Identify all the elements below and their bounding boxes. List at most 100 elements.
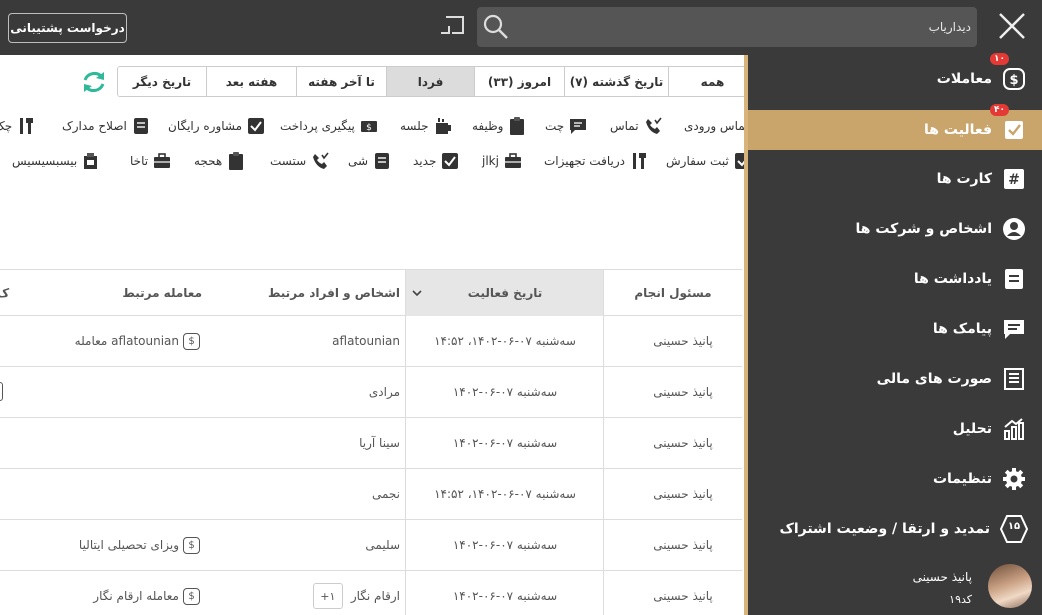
search-input[interactable] [531, 7, 971, 47]
tab-all[interactable]: همه [668, 67, 756, 96]
user-profile[interactable]: پانیذ حسینی کد۱۹ [748, 560, 1042, 615]
sidebar-item-label: اشخاص و شرکت ها [855, 221, 992, 237]
activity-type-label: jlkj [482, 154, 499, 168]
add-person-button[interactable]: +۱ [312, 583, 343, 609]
exit-fullscreen-icon[interactable] [438, 14, 466, 38]
col-cut[interactable]: ک [0, 270, 9, 316]
sidebar-item-subscription[interactable]: تمدید و ارتقا / وضعیت اشتراک ۱۵ [748, 509, 1042, 549]
cell-person[interactable]: نجمی [210, 469, 406, 519]
activity-type-takha[interactable]: تاخا [130, 149, 172, 173]
tab-next-week[interactable]: هفته بعد [206, 67, 296, 96]
sidebar-item-label: صورت های مالی [876, 371, 992, 387]
notification-badge: ۴۰ [990, 104, 1009, 116]
col-related-people[interactable]: اشخاص و افراد مرتبط [210, 270, 406, 316]
activity-type-incoming-call[interactable]: تماس ورودی [684, 114, 749, 138]
activity-type-label: چت [545, 119, 565, 133]
activity-type-hhjh[interactable]: هحجه [194, 149, 246, 173]
sidebar-item-sms[interactable]: پیامک ها [748, 309, 1042, 349]
cell-person[interactable]: +۱ ارقام نگار [210, 571, 406, 615]
activity-type-document-fix[interactable]: اصلاح مدارک [62, 114, 151, 138]
sidebar-item-analytics[interactable]: تحلیل [748, 409, 1042, 449]
sidebar-item-label: تنظیمات [932, 471, 992, 487]
activity-type-new[interactable]: جدید [413, 149, 460, 173]
user-code: کد۱۹ [949, 593, 972, 606]
document-icon [375, 153, 390, 169]
check-icon [442, 153, 459, 169]
activity-type-payment-followup[interactable]: پیگیری پرداخت $ [280, 114, 379, 138]
cell-responsible: پانیذ حسینی [653, 385, 713, 399]
table-row[interactable]: پانیذ حسینی سه‌شنبه ۰۷-۰۶-۱۴۰۲، ۱۴:۵۲ af… [0, 316, 742, 367]
sidebar-item-activities[interactable]: فعالیت ها ۴۰ [748, 104, 1042, 150]
table-row[interactable]: پانیذ حسینی سه‌شنبه ۰۷-۰۶-۱۴۰۲، ۱۴:۵۲ نج… [0, 469, 742, 520]
sidebar-item-cards[interactable]: کارت ها # [748, 159, 1042, 199]
activity-type-bisbs[interactable]: بیسبسیسیس [12, 149, 101, 173]
tools-icon [632, 153, 646, 169]
meeting-icon [84, 153, 98, 169]
activity-type-call[interactable]: تماس [610, 114, 663, 138]
activity-type-label: مشاوره رایگان [168, 119, 243, 133]
date-filter-tabs: تاریخ دیگر هفته بعد تا آخر هفته فردا امر… [117, 66, 757, 97]
search-icon[interactable] [483, 14, 509, 40]
activity-type-chat[interactable]: چت [545, 114, 588, 138]
sidebar-item-label: تمدید و ارتقا / وضعیت اشتراک [779, 521, 991, 537]
sidebar-item-contacts[interactable]: اشخاص و شرکت ها [748, 209, 1042, 249]
cell-deal[interactable]: معامله ارقام نگار $ [0, 571, 206, 615]
activity-type-task[interactable]: وظیفه [472, 114, 527, 138]
cell-person[interactable]: مرادی [210, 367, 406, 417]
sidebar-item-notes[interactable]: یادداشت ها [748, 259, 1042, 299]
row-checkbox[interactable] [0, 382, 3, 401]
cell-date: سه‌شنبه ۰۷-۰۶-۱۴۰۲، ۱۴:۵۲ [434, 487, 576, 501]
activity-type-meeting[interactable]: جلسه [400, 114, 453, 138]
tab-today[interactable]: امروز (۳۳) [474, 67, 564, 96]
sidebar-item-settings[interactable]: تنظیمات [748, 459, 1042, 499]
table-row[interactable]: پانیذ حسینی سه‌شنبه ۰۷-۰۶-۱۴۰۲ سلیمی ویز… [0, 520, 742, 571]
activity-type-label: تماس [610, 119, 639, 133]
cell-person[interactable]: aflatounian [210, 316, 406, 366]
cell-responsible: پانیذ حسینی [653, 436, 713, 450]
hash-icon: # [1002, 167, 1026, 191]
table-row[interactable]: پانیذ حسینی سه‌شنبه ۰۷-۰۶-۱۴۰۲ مرادی [0, 367, 742, 418]
support-request-button[interactable]: درخواست پشتیبانی [8, 13, 127, 43]
activity-type-test[interactable]: ستست [270, 149, 330, 173]
tab-overdue[interactable]: تاریخ گذشته (۷) [564, 67, 668, 96]
col-responsible[interactable]: مسئول انجام [604, 270, 742, 316]
cell-deal[interactable]: معامله aflatounian $ [0, 316, 206, 366]
table-row[interactable]: پانیذ حسینی سه‌شنبه ۰۷-۰۶-۱۴۰۲ +۱ ارقام ن… [0, 571, 742, 615]
activity-type-order-register[interactable]: ثبت سفارش [666, 149, 753, 173]
activity-type-free-consultation[interactable]: مشاوره رایگان [168, 114, 266, 138]
activity-type-jlkj[interactable]: jlkj [482, 149, 523, 173]
svg-text:#: # [1008, 172, 1020, 188]
activity-type-equipment-receive[interactable]: دریافت تجهیزات [544, 149, 649, 173]
check-icon [248, 118, 265, 134]
tab-end-of-week[interactable]: تا آخر هفته [296, 67, 386, 96]
activity-type-shi[interactable]: شی [348, 149, 392, 173]
notification-badge: ۱۰ [990, 53, 1009, 65]
cell-deal[interactable]: ویزای تحصیلی ایتالیا $ [0, 520, 206, 570]
col-activity-date[interactable]: تاریخ فعالیت [406, 270, 604, 316]
sidebar-item-label: تحلیل [952, 421, 992, 437]
chevron-down-icon[interactable] [411, 288, 423, 298]
search-box [477, 7, 977, 47]
cell-person[interactable]: سینا آریا [210, 418, 406, 468]
sidebar-item-deals[interactable]: معاملات $ ۱۰ [748, 53, 1042, 99]
close-menu-icon[interactable] [996, 10, 1028, 42]
sidebar-item-label: کارت ها [936, 171, 992, 187]
avatar[interactable] [988, 564, 1032, 608]
person-icon [1002, 217, 1026, 241]
gear-icon [1002, 467, 1026, 491]
cell-person[interactable]: سلیمی [210, 520, 406, 570]
table-row[interactable]: پانیذ حسینی سه‌شنبه ۰۷-۰۶-۱۴۰۲ سینا آریا [0, 418, 742, 469]
top-bar: درخواست پشتیبانی [0, 0, 1042, 55]
cell-responsible: پانیذ حسینی [653, 589, 713, 603]
sidebar-item-invoices[interactable]: صورت های مالی [748, 359, 1042, 399]
sidebar-item-label: یادداشت ها [913, 271, 992, 287]
tab-tomorrow[interactable]: فردا [386, 67, 474, 96]
activity-type-check[interactable]: چک [0, 114, 36, 138]
tab-other-date[interactable]: تاریخ دیگر [118, 67, 206, 96]
col-related-deal[interactable]: معامله مرتبط [0, 270, 210, 316]
cell-date: سه‌شنبه ۰۷-۰۶-۱۴۰۲ [452, 436, 558, 450]
activity-type-label: ثبت سفارش [666, 154, 729, 168]
refresh-icon[interactable] [80, 68, 108, 96]
activity-type-label: شی [348, 154, 369, 168]
meeting-icon [435, 118, 451, 134]
